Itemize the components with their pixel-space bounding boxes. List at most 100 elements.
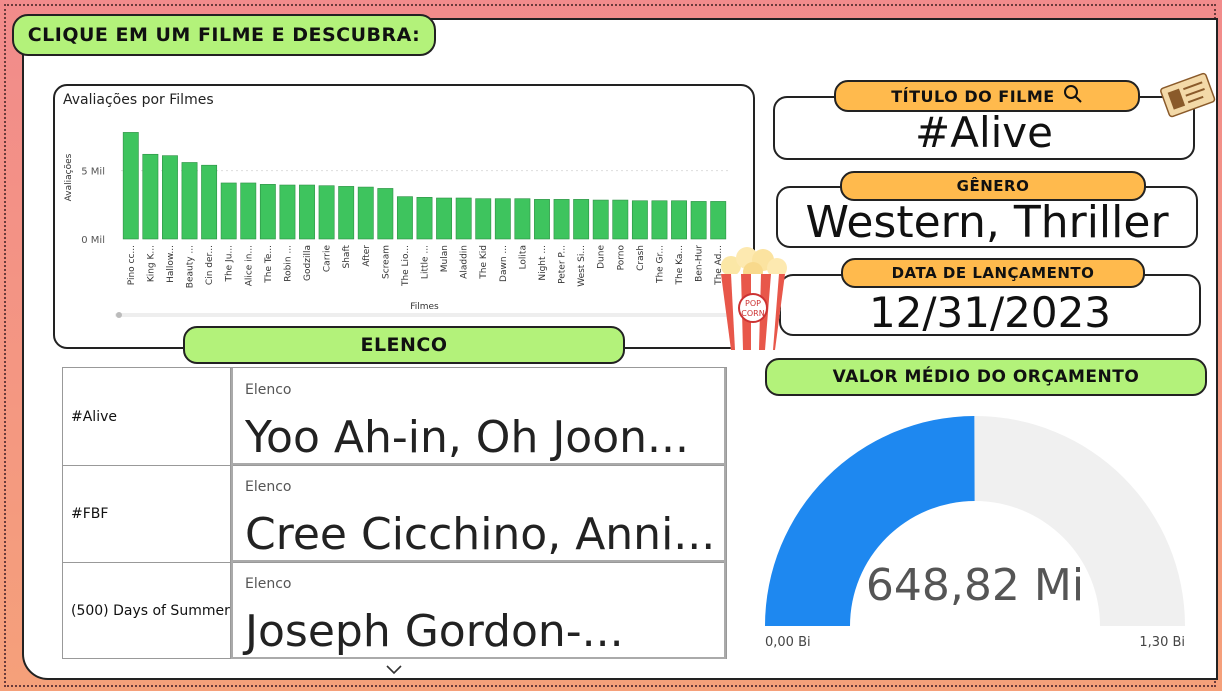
ratings-chart[interactable]: Avaliações por Filmes 0 Mil 5 Mil Avaliaçõe…	[53, 84, 755, 349]
bar	[573, 199, 590, 240]
cast-value: Joseph Gordon-...	[245, 606, 624, 657]
x-tick-label: Ben-Hur	[695, 245, 705, 282]
x-tick-label: After	[362, 245, 372, 267]
bar	[494, 198, 511, 240]
bar	[318, 185, 335, 240]
table-row[interactable]: #FBF Elenco Cree Cicchino, Anni...	[63, 465, 726, 563]
x-tick-label: Shaft	[342, 245, 352, 269]
bar	[553, 199, 570, 240]
x-tick-label: Pino cc...	[127, 245, 137, 285]
bar	[122, 132, 139, 240]
x-tick-label: The Gr...	[655, 245, 665, 284]
cast-header: ELENCO	[183, 326, 625, 364]
x-tick-label: West Si...	[577, 245, 587, 287]
bar	[651, 200, 668, 240]
budget-gauge[interactable]: 648,82 Mi 0,00 Bi 1,30 Bi	[755, 400, 1195, 660]
gauge-min-label: 0,00 Bi	[765, 635, 811, 650]
search-icon	[1063, 84, 1083, 108]
bar	[142, 153, 159, 240]
bar	[201, 164, 218, 240]
svg-text:CORN: CORN	[741, 309, 764, 318]
bar	[455, 197, 472, 240]
chart-svg: Avaliações por Filmes 0 Mil 5 Mil Avaliaçõe…	[63, 92, 732, 318]
chevron-down-icon[interactable]	[385, 661, 403, 675]
bar	[592, 199, 609, 240]
cast-label: Elenco	[245, 479, 292, 495]
film-name: #FBF	[63, 465, 231, 562]
bar	[181, 162, 198, 240]
bar	[436, 197, 453, 240]
gauge-header: VALOR MÉDIO DO ORÇAMENTO	[765, 358, 1207, 396]
bar	[357, 186, 374, 240]
cast-value: Yoo Ah-in, Oh Joon...	[245, 412, 689, 463]
bar	[377, 188, 394, 240]
bar	[690, 201, 707, 240]
x-tick-label: Lolita	[518, 245, 528, 269]
bar	[299, 184, 315, 240]
gauge-svg: 648,82 Mi 0,00 Bi 1,30 Bi	[765, 416, 1185, 650]
gauge-max-label: 1,30 Bi	[1139, 635, 1185, 650]
table-row[interactable]: #Alive Elenco Yoo Ah-in, Oh Joon...	[63, 368, 726, 466]
x-tick-label: Scream	[381, 245, 391, 279]
bar	[710, 201, 727, 240]
cast-card: Elenco Joseph Gordon-...	[231, 562, 726, 659]
x-tick-label: The Kid	[479, 245, 489, 280]
x-tick-label: Carrie	[323, 245, 333, 273]
x-tick-label: Dune	[597, 245, 607, 269]
cast-card: Elenco Yoo Ah-in, Oh Joon...	[231, 368, 726, 465]
x-tick-label: Mulan	[440, 245, 450, 272]
y-tick-label: 0 Mil	[81, 235, 105, 246]
bar	[259, 184, 276, 240]
x-tick-label: Cin der...	[205, 245, 215, 285]
x-tick-label: Little ...	[421, 245, 431, 279]
x-tick-label: Porno	[616, 245, 626, 271]
film-name: (500) Days of Summer	[63, 562, 231, 659]
x-tick-label: Hallow...	[166, 245, 176, 283]
bar	[612, 199, 629, 240]
bar	[475, 198, 492, 240]
page-title: CLIQUE EM UM FILME E DESCUBRA:	[12, 14, 436, 56]
x-tick-label: Crash	[636, 245, 646, 271]
bar	[162, 155, 178, 240]
date-label: DATA DE LANÇAMENTO	[841, 258, 1145, 288]
x-tick-label: King K...	[146, 245, 156, 282]
scrollbar-track	[115, 313, 732, 317]
bar	[338, 186, 355, 240]
y-axis-label: Avaliações	[64, 153, 74, 201]
bar	[514, 198, 531, 240]
title-label: TÍTULO DO FILME	[834, 80, 1140, 112]
y-tick-label: 5 Mil	[81, 167, 105, 178]
bar	[416, 197, 433, 240]
x-tick-label: Dawn ...	[499, 245, 509, 282]
cast-label: Elenco	[245, 576, 292, 592]
x-tick-label: The Te...	[264, 245, 274, 284]
chart-title: Avaliações por Filmes	[63, 92, 214, 108]
bar	[396, 196, 413, 240]
popcorn-icon: POP CORN	[715, 244, 791, 352]
cast-value: Cree Cicchino, Anni...	[245, 509, 716, 560]
gauge-value: 648,82 Mi	[866, 560, 1084, 611]
scrollbar-thumb	[116, 312, 122, 318]
x-axis-label: Filmes	[410, 302, 439, 312]
ticket-icon	[1158, 66, 1218, 126]
genre-value: Western, Thriller	[805, 196, 1169, 248]
x-tick-label: The Ju...	[225, 245, 235, 283]
bar	[671, 200, 687, 240]
table-row[interactable]: (500) Days of Summer Elenco Joseph Gordo…	[63, 562, 726, 659]
x-tick-label: Godzilla	[303, 245, 313, 281]
title-label-text: TÍTULO DO FILME	[891, 86, 1055, 106]
x-tick-label: The Lio...	[401, 245, 411, 287]
x-tick-label: Alice in...	[244, 245, 254, 286]
bar	[279, 184, 296, 240]
x-tick-label: Robin ...	[283, 245, 293, 282]
title-value: #Alive	[915, 107, 1053, 157]
date-value: 12/31/2023	[868, 287, 1112, 337]
cast-table[interactable]: #Alive Elenco Yoo Ah-in, Oh Joon... #FBF…	[62, 367, 727, 659]
x-tick-label: Aladdin	[460, 245, 470, 279]
film-name: #Alive	[63, 368, 231, 465]
cast-label: Elenco	[245, 382, 292, 398]
bar	[631, 200, 648, 240]
x-tick-label: Night ...	[538, 245, 548, 281]
bar	[240, 182, 257, 240]
genre-label: GÊNERO	[840, 171, 1146, 201]
